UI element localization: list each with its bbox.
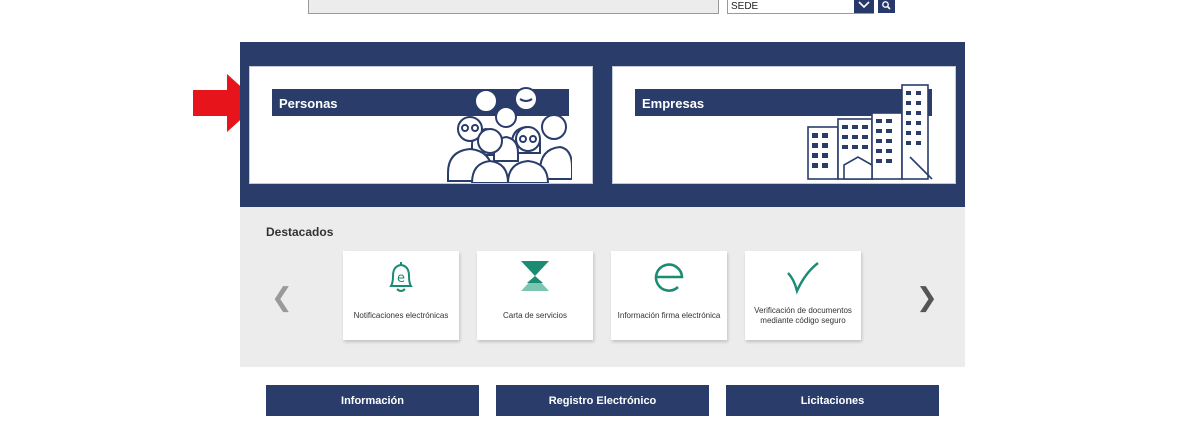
search-button[interactable] [878,0,895,13]
tile-label: Carta de servicios [502,311,568,320]
tile-firma-electronica[interactable]: Información firma electrónica [611,251,727,340]
destacados-title: Destacados [266,225,334,239]
tile-verificacion[interactable]: Verificación de documentos mediante códi… [745,251,861,340]
personas-card[interactable]: Personas [249,66,593,184]
e-logo-icon [654,263,684,292]
chevron-down-icon[interactable] [854,0,874,13]
carousel-next-button[interactable]: ❯ [916,283,938,313]
search-input[interactable] [308,0,719,14]
carousel-prev-button[interactable]: ❮ [271,283,293,313]
sede-select[interactable]: SEDE [727,0,874,14]
tile-notificaciones[interactable]: e Notificaciones electrónicas [343,251,459,340]
empresas-card[interactable]: Empresas [612,66,956,184]
svg-text:e: e [397,271,405,286]
tile-label: Verificación de documentos mediante códi… [754,306,852,325]
tile-label: Notificaciones electrónicas [353,311,449,320]
checkmark-icon [787,262,819,295]
buildings-icon [807,84,933,180]
profile-band: Personas Empresas [240,42,965,207]
destacados-panel: Destacados ❮ e Notificaciones electrónic… [240,207,965,367]
tile-carta-servicios[interactable]: Carta de servicios [477,251,593,340]
people-group-icon [447,87,572,183]
tile-label: Información firma electrónica [617,311,721,320]
search-icon [882,1,891,10]
licitaciones-button[interactable]: Licitaciones [726,385,939,416]
informacion-button[interactable]: Información [266,385,479,416]
registro-electronico-button[interactable]: Registro Electrónico [496,385,709,416]
bell-e-icon: e [389,262,413,292]
sede-select-value: SEDE [731,1,759,12]
hourglass-icon [521,261,549,291]
